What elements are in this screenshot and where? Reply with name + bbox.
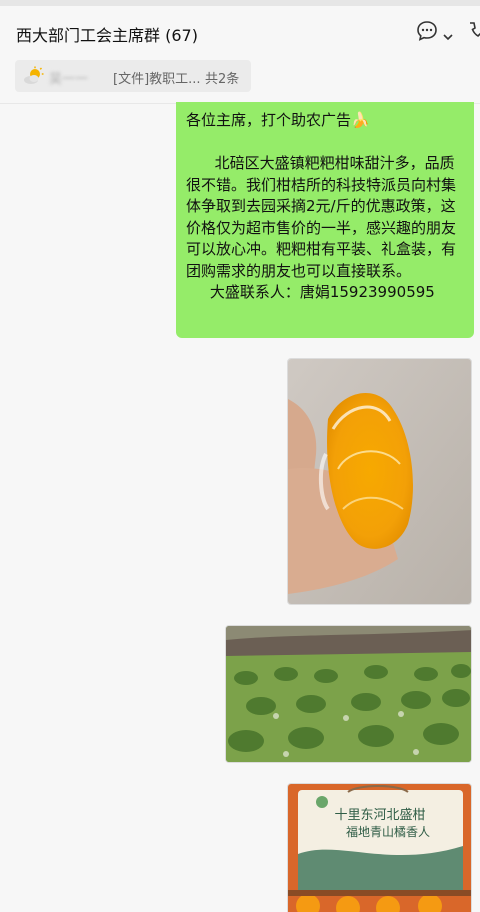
sun-cloud-icon <box>23 66 45 90</box>
message-contact: 大盛联系人：唐娟15923990595 <box>186 283 435 301</box>
phone-icon[interactable] <box>466 20 480 46</box>
image-message-giftbox[interactable]: 十里东河北盛柑 福地青山橘香人 <box>287 783 472 912</box>
box-text-line2: 福地青山橘香人 <box>346 824 430 839</box>
chat-title: 西大部门工会主席群 (67) <box>16 26 198 45</box>
box-text-line1: 十里东河北盛柑 <box>334 808 425 823</box>
pinned-message: [文件]教职工... <box>113 72 201 87</box>
pinned-notice-bar: 吴一一 [文件]教职工... 共2条 <box>0 56 480 104</box>
image-message-fruit[interactable] <box>287 358 472 605</box>
image-message-orchard[interactable] <box>225 625 472 763</box>
message-bubble[interactable]: 各位主席，打个助农广告🍌 北碚区大盛镇粑粑柑味甜汁多，品质很不错。我们柑桔所的科… <box>176 102 474 338</box>
chat-header: 西大部门工会主席群 (67) <box>0 6 480 56</box>
message-line: 各位主席，打个助农广告🍌 <box>186 111 370 129</box>
pinned-sender: 吴一一 <box>49 72 89 87</box>
chat-bubble-icon[interactable] <box>416 20 438 46</box>
message-body: 北碚区大盛镇粑粑柑味甜汁多，品质很不错。我们柑桔所的科技特派员向村集体争取到去园… <box>186 154 457 280</box>
pinned-notice[interactable]: 吴一一 [文件]教职工... 共2条 <box>15 60 251 92</box>
pinned-count[interactable]: 共2条 <box>205 68 239 87</box>
chevron-down-icon[interactable] <box>443 26 453 45</box>
